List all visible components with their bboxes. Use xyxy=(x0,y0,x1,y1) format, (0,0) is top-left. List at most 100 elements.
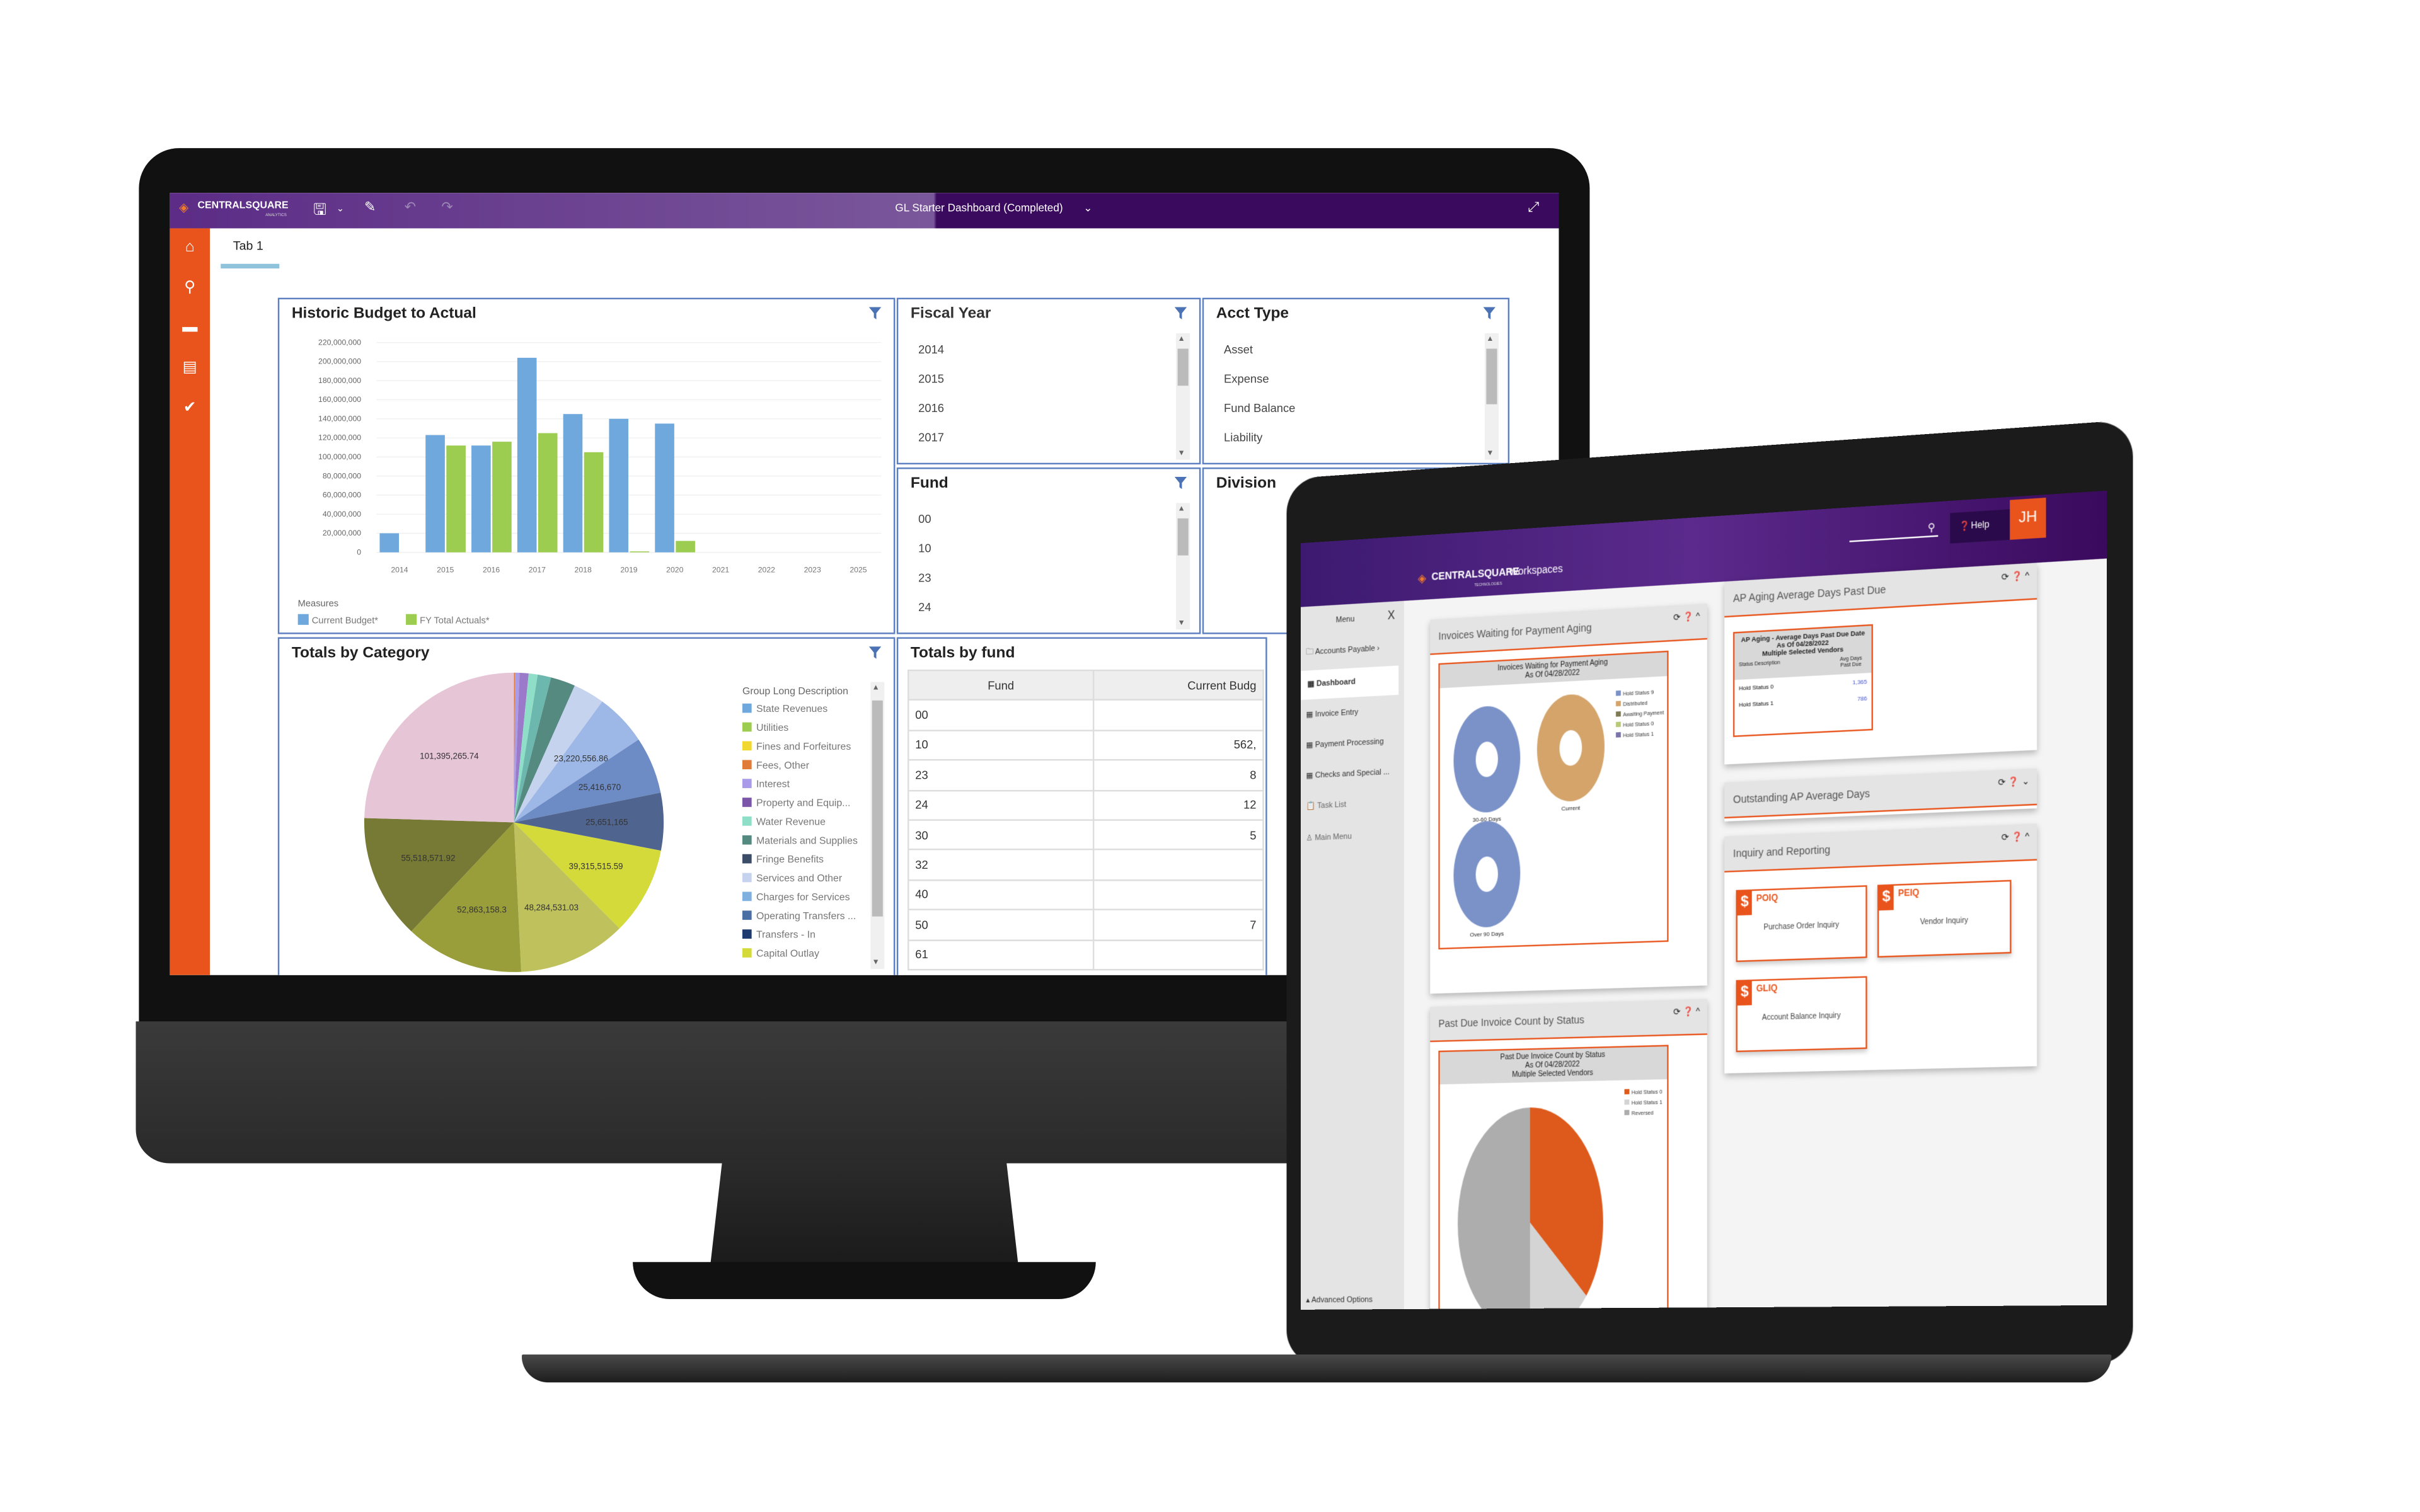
scrollbar[interactable]: ▲ ▼ xyxy=(1176,333,1190,460)
dashboard-title[interactable]: GL Starter Dashboard (Completed) xyxy=(895,203,1063,214)
bar xyxy=(584,452,604,553)
redo-icon[interactable]: ↷ xyxy=(441,199,452,216)
panel-title: Acct Type xyxy=(1216,305,1289,323)
list-item[interactable]: Fund Balance xyxy=(1224,401,1295,415)
menu-item-accounts-payable[interactable]: 🗀 Accounts Payable › xyxy=(1306,633,1403,668)
table-row[interactable]: 61 xyxy=(908,939,1264,971)
value-link[interactable]: 1,365 xyxy=(1852,677,1867,685)
budget-cell: 562, xyxy=(1092,729,1264,761)
save-icon[interactable]: 🖫 xyxy=(313,199,326,226)
list-item[interactable]: 00 xyxy=(918,512,931,526)
search-input[interactable] xyxy=(1849,535,1939,542)
table-row[interactable]: 23 8 xyxy=(908,759,1264,791)
pie-slice xyxy=(364,672,514,823)
menu-item-payment-processing[interactable]: ▦ Payment Processing xyxy=(1306,726,1403,760)
widget-controls[interactable]: ⟳ ❓ ^ xyxy=(1673,1007,1700,1017)
scrollbar[interactable]: ▲ ▼ xyxy=(1176,503,1190,630)
tile-peiq[interactable]: $ PEIQ Vendor Inquiry xyxy=(1877,879,2012,958)
folder-icon[interactable]: ▬ xyxy=(181,319,199,338)
legend-swatch xyxy=(742,910,752,920)
side-menu: Menu X 🗀 Accounts Payable › ▦ Dashboard … xyxy=(1300,600,1404,1310)
value-link[interactable]: 786 xyxy=(1857,694,1867,702)
id-card-icon[interactable]: ▤ xyxy=(181,360,199,378)
list-item[interactable]: 2016 xyxy=(918,401,944,415)
widget-controls[interactable]: ⟳ ❓ ⌄ xyxy=(1998,776,2029,789)
chevron-down-icon[interactable]: ⌄ xyxy=(337,203,344,215)
pie-chart: 23,220,556.86 25,416,670 25,651,165 39,315,… xyxy=(364,672,858,972)
column-header[interactable]: Current Budg xyxy=(1092,669,1264,701)
legend-swatch xyxy=(742,835,752,845)
tile-desc: Purchase Order Inquiry xyxy=(1763,920,1840,933)
legend-label: State Revenues xyxy=(756,704,827,714)
close-menu-button[interactable]: X xyxy=(1388,609,1395,622)
tile-code: GLIQ xyxy=(1756,985,1778,995)
check-circle-icon[interactable]: ✔ xyxy=(181,399,199,418)
title-chevron-icon[interactable]: ⌄ xyxy=(1083,202,1092,214)
expand-icon[interactable]: ⤢ xyxy=(1528,199,1540,216)
list-item[interactable]: Expense xyxy=(1224,372,1269,386)
table-row[interactable]: 30 5 xyxy=(908,819,1264,851)
filter-icon[interactable] xyxy=(1174,476,1187,490)
user-avatar[interactable]: JH xyxy=(2010,497,2046,540)
tile-poiq[interactable]: $ POIQ Purchase Order Inquiry xyxy=(1736,885,1867,963)
list-item[interactable]: 2017 xyxy=(918,430,944,444)
legend-swatch xyxy=(1616,721,1621,728)
logo: CENTRALSQUARE xyxy=(1431,567,1519,583)
advanced-options[interactable]: ▴ Advanced Options xyxy=(1306,1286,1403,1310)
y-tick-label: 220,000,000 xyxy=(318,338,361,346)
menu-item-main-menu[interactable]: ♙ Main Menu xyxy=(1306,820,1403,854)
menu-item-task-list[interactable]: 📋 Task List xyxy=(1306,788,1403,822)
panel-title: Fiscal Year xyxy=(910,305,991,323)
tile-code: PEIQ xyxy=(1898,889,1920,900)
menu-item-invoice-entry[interactable]: ▦ Invoice Entry xyxy=(1306,696,1403,730)
list-item[interactable]: 2014 xyxy=(918,343,944,357)
table-row[interactable]: 10 562, xyxy=(908,729,1264,761)
tab-1[interactable]: Tab 1 xyxy=(233,239,263,253)
budget-cell xyxy=(1092,939,1264,971)
search-icon[interactable]: ⚲ xyxy=(1928,522,1935,534)
past-due-pie: Hold Status 0 Hold Status 1 Reversed xyxy=(1458,1088,1662,1310)
table-row[interactable]: 40 xyxy=(908,879,1264,911)
table-row[interactable]: 50 7 xyxy=(908,908,1264,941)
list-item[interactable]: 2015 xyxy=(918,372,944,386)
legend-swatch xyxy=(742,873,752,883)
legend-swatch xyxy=(742,722,752,732)
fund-panel: Fund 00 10 23 24 ▲ ▼ xyxy=(896,467,1201,634)
list-item[interactable]: 23 xyxy=(918,571,931,585)
widget-controls[interactable]: ⟳ ❓ ^ xyxy=(1673,612,1700,624)
legend-label: Transfers - In xyxy=(756,930,815,941)
logo-subtitle: TECHNOLOGIES xyxy=(1474,581,1502,588)
table-row[interactable]: 24 12 xyxy=(908,789,1264,821)
widget-controls[interactable]: ⟳ ❓ ^ xyxy=(2002,571,2030,583)
legend-swatch xyxy=(1616,732,1621,738)
data-label: 48,284,531.03 xyxy=(524,903,579,912)
list-item[interactable]: 10 xyxy=(918,542,931,556)
logo-icon: ◈ xyxy=(1417,571,1427,586)
legend-label: Operating Transfers ... xyxy=(756,911,856,922)
pencil-icon[interactable]: ✎ xyxy=(364,199,376,216)
filter-icon[interactable] xyxy=(1483,307,1496,319)
legend-scrollbar[interactable]: ▲ ▼ xyxy=(870,682,885,969)
table-row[interactable]: 32 xyxy=(908,849,1264,881)
list-item[interactable]: Liability xyxy=(1224,430,1262,444)
list-item[interactable]: Asset xyxy=(1224,343,1253,357)
laptop-base xyxy=(521,1354,2112,1383)
widget-controls[interactable]: ⟳ ❓ ^ xyxy=(2002,832,2030,844)
search-icon[interactable]: ⚲ xyxy=(181,279,199,297)
menu-item-checks[interactable]: ▦ Checks and Special ... xyxy=(1306,757,1403,791)
list-item[interactable]: 24 xyxy=(918,600,931,614)
menu-item-dashboard[interactable]: ▦ Dashboard xyxy=(1300,665,1399,701)
x-tick-label: 2016 xyxy=(483,566,500,575)
undo-icon[interactable]: ↶ xyxy=(405,199,416,216)
y-tick-label: 200,000,000 xyxy=(318,357,361,366)
menu-label: Advanced Options xyxy=(1311,1296,1373,1305)
scrollbar[interactable]: ▲ ▼ xyxy=(1484,333,1499,460)
table-row[interactable]: 00 xyxy=(908,699,1264,731)
bar xyxy=(379,533,400,553)
help-button[interactable]: ❓ Help xyxy=(1950,509,2010,544)
tile-gliq[interactable]: $ GLIQ Account Balance Inquiry xyxy=(1736,976,1867,1053)
home-icon[interactable]: ⌂ xyxy=(181,239,199,258)
filter-icon[interactable] xyxy=(1174,307,1187,319)
column-header[interactable]: Fund xyxy=(908,669,1095,701)
legend-label: Services and Other xyxy=(756,873,843,884)
